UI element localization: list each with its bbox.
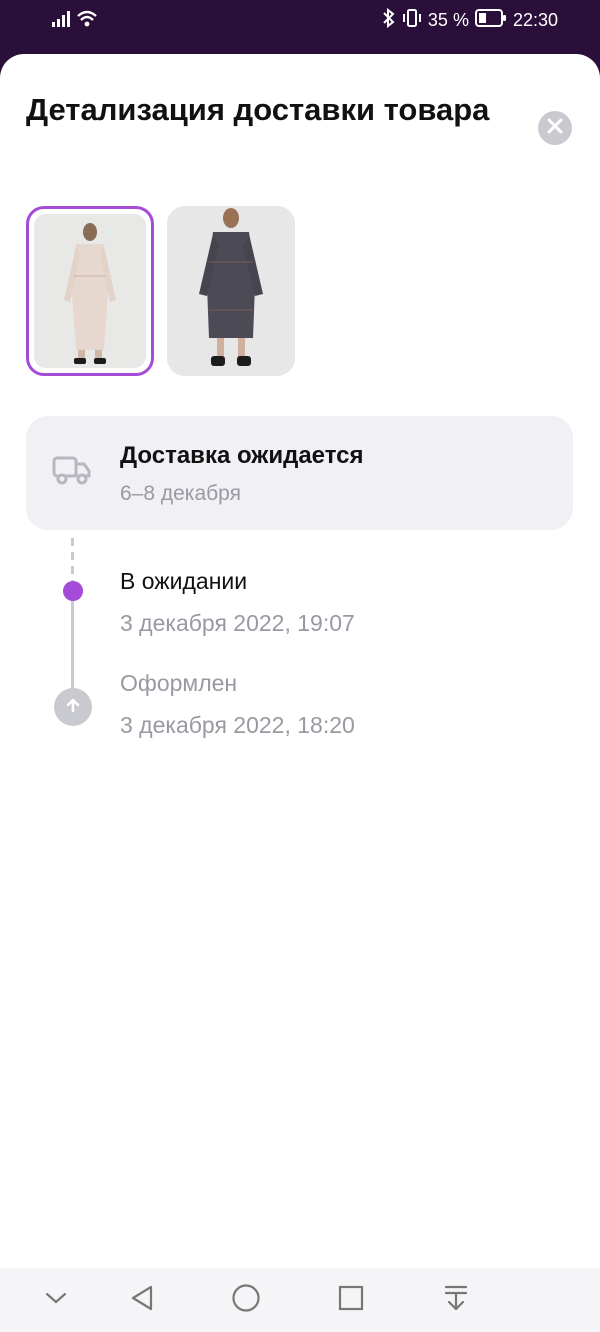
product-thumbnail-1[interactable] [26, 206, 154, 376]
page-title: Детализация доставки товара [26, 92, 490, 127]
wifi-icon [76, 10, 98, 33]
signal-icon [52, 11, 70, 32]
pull-down-icon [443, 1284, 469, 1317]
timeline-done-marker [54, 688, 92, 726]
status-left [52, 10, 98, 33]
status-right: 35 % 22:30 [382, 7, 558, 33]
home-circle-icon [231, 1283, 261, 1318]
battery-percent: 35 % [427, 10, 469, 30]
product-photo-graphite-dress [167, 206, 295, 376]
timeline-connector [71, 592, 74, 702]
product-photo-beige-dress [34, 214, 146, 368]
notification-pull-button[interactable] [438, 1282, 474, 1318]
home-button[interactable] [228, 1282, 264, 1318]
timeline-step-title: Оформлен [120, 670, 238, 696]
truck-icon [52, 454, 92, 491]
battery-icon [474, 9, 507, 32]
timeline-step-title: В ожидании [120, 568, 248, 594]
status-bar: 35 % 22:30 [0, 0, 600, 40]
clock: 22:30 [512, 10, 558, 30]
collapse-button[interactable] [38, 1282, 74, 1318]
timeline-step-date: 3 декабря 2022, 18:20 [120, 712, 355, 738]
timeline-active-dot [63, 581, 83, 601]
chevron-down-icon [44, 1291, 68, 1310]
close-button[interactable] [538, 111, 572, 145]
product-thumbnail-2[interactable] [167, 206, 295, 376]
system-navigation-bar [0, 1268, 600, 1332]
recents-button[interactable] [333, 1282, 369, 1318]
close-icon [547, 118, 563, 139]
arrow-up-icon [64, 696, 82, 719]
delivery-details-sheet: Детализация доставки товара Доставка ожи… [0, 54, 600, 1268]
delivery-heading: Доставка ожидается [120, 442, 364, 469]
bluetooth-icon [382, 7, 396, 33]
vibrate-icon [402, 8, 422, 33]
timeline-step-date: 3 декабря 2022, 19:07 [120, 610, 355, 636]
delivery-status-card: Доставка ожидается 6–8 декабря [26, 416, 573, 530]
timeline-dashed-connector [71, 538, 74, 582]
recents-square-icon [338, 1285, 364, 1316]
back-button[interactable] [124, 1282, 160, 1318]
delivery-dates: 6–8 декабря [120, 482, 241, 505]
back-triangle-icon [129, 1284, 155, 1317]
